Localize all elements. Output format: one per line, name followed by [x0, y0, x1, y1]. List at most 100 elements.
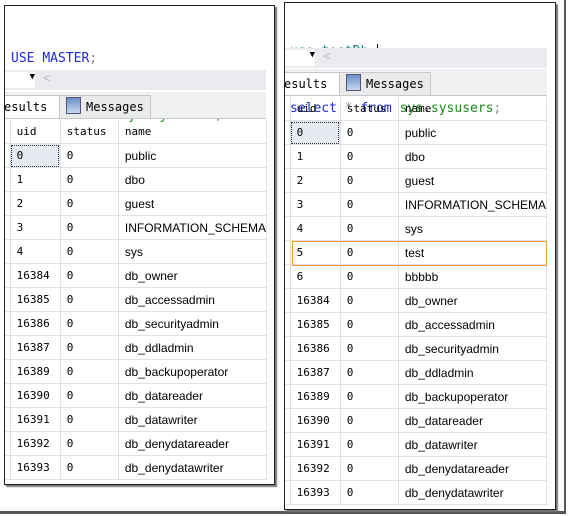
cell-status[interactable]: 0 — [60, 383, 119, 408]
cell-name[interactable]: dbo — [398, 144, 548, 169]
table-row[interactable]: 3 0 INFORMATION_SCHEMA — [5, 215, 268, 240]
scroll-left-icon[interactable]: < — [43, 71, 50, 85]
table-row[interactable]: 3 0 INFORMATION_SCHEMA — [285, 192, 548, 217]
cell-uid[interactable]: 16385 — [10, 287, 61, 312]
cell-uid[interactable]: 16390 — [290, 408, 341, 433]
cell-uid[interactable]: 16386 — [10, 311, 61, 336]
results-grid[interactable]: uid status name 0 0 public 1 0 dbo 2 0 guest 3 0 INFOR… — [5, 120, 268, 480]
cell-name[interactable]: public — [118, 143, 268, 168]
table-row[interactable]: 1 0 dbo — [285, 144, 548, 169]
table-row[interactable]: 2 0 guest — [285, 168, 548, 193]
cell-name[interactable]: bbbbb — [398, 264, 548, 289]
cell-status[interactable]: 0 — [340, 312, 399, 337]
cell-name[interactable]: db_accessadmin — [118, 287, 268, 312]
cell-status[interactable]: 0 — [340, 120, 399, 145]
cell-name[interactable]: db_ddladmin — [398, 360, 548, 385]
table-row[interactable]: 5 0 test — [285, 240, 548, 265]
table-row[interactable]: 16389 0 db_backupoperator — [285, 384, 548, 409]
cell-status[interactable]: 0 — [60, 215, 119, 240]
column-header-name[interactable]: name — [398, 97, 548, 121]
cell-status[interactable]: 0 — [340, 216, 399, 241]
column-header-status[interactable]: status — [340, 97, 399, 121]
cell-uid[interactable]: 16392 — [290, 456, 341, 481]
table-row[interactable]: 16392 0 db_denydatareader — [5, 431, 268, 456]
cell-uid[interactable]: 3 — [290, 192, 341, 217]
table-row[interactable]: 16392 0 db_denydatareader — [285, 456, 548, 481]
cell-name[interactable]: db_owner — [118, 263, 268, 288]
cell-name[interactable]: db_securityadmin — [118, 311, 268, 336]
table-row[interactable]: 16391 0 db_datawriter — [285, 432, 548, 457]
cell-status[interactable]: 0 — [340, 192, 399, 217]
cell-status[interactable]: 0 — [340, 456, 399, 481]
tab-results[interactable]: esults — [285, 72, 346, 95]
cell-uid[interactable]: 16391 — [290, 432, 341, 457]
cell-uid[interactable]: 16393 — [10, 455, 61, 480]
cell-status[interactable]: 0 — [340, 360, 399, 385]
cell-status[interactable]: 0 — [340, 336, 399, 361]
table-row[interactable]: 0 0 public — [285, 120, 548, 145]
cell-name[interactable]: dbo — [118, 167, 268, 192]
cell-status[interactable]: 0 — [60, 455, 119, 480]
cell-status[interactable]: 0 — [340, 264, 399, 289]
cell-uid[interactable]: 16384 — [290, 288, 341, 313]
table-row[interactable]: 16393 0 db_denydatawriter — [285, 480, 548, 505]
table-row[interactable]: 16390 0 db_datareader — [285, 408, 548, 433]
cell-name[interactable]: db_datawriter — [398, 432, 548, 457]
cell-name[interactable]: db_denydatawriter — [118, 455, 268, 480]
column-header-status[interactable]: status — [60, 120, 119, 144]
cell-status[interactable]: 0 — [60, 335, 119, 360]
table-row[interactable]: 16390 0 db_datareader — [5, 383, 268, 408]
cell-status[interactable]: 0 — [340, 432, 399, 457]
table-row[interactable]: 16385 0 db_accessadmin — [5, 287, 268, 312]
cell-name[interactable]: sys — [398, 216, 548, 241]
cell-uid[interactable]: 1 — [290, 144, 341, 169]
cell-uid[interactable]: 1 — [10, 167, 61, 192]
cell-name[interactable]: db_accessadmin — [398, 312, 548, 337]
cell-uid[interactable]: 16385 — [290, 312, 341, 337]
column-header-uid[interactable]: uid — [290, 97, 341, 121]
cell-uid[interactable]: 0 — [290, 120, 341, 145]
cell-name[interactable]: db_securityadmin — [398, 336, 548, 361]
cell-uid[interactable]: 4 — [290, 216, 341, 241]
table-row[interactable]: 16385 0 db_accessadmin — [285, 312, 548, 337]
table-row[interactable]: 16384 0 db_owner — [285, 288, 548, 313]
cell-uid[interactable]: 6 — [290, 264, 341, 289]
cell-uid[interactable]: 4 — [10, 239, 61, 264]
cell-status[interactable]: 0 — [60, 431, 119, 456]
cell-uid[interactable]: 2 — [10, 191, 61, 216]
cell-status[interactable]: 0 — [60, 143, 119, 168]
cell-uid[interactable]: 16389 — [290, 384, 341, 409]
cell-status[interactable]: 0 — [60, 287, 119, 312]
cell-name[interactable]: public — [398, 120, 548, 145]
cell-uid[interactable]: 16386 — [290, 336, 341, 361]
cell-uid[interactable]: 0 — [10, 143, 61, 168]
table-row[interactable]: 16389 0 db_backupoperator — [5, 359, 268, 384]
cell-uid[interactable]: 16384 — [10, 263, 61, 288]
cell-status[interactable]: 0 — [340, 168, 399, 193]
cell-status[interactable]: 0 — [60, 167, 119, 192]
tab-messages[interactable]: Messages — [339, 72, 431, 95]
cell-status[interactable]: 0 — [60, 359, 119, 384]
cell-status[interactable]: 0 — [60, 239, 119, 264]
cell-status[interactable]: 0 — [60, 263, 119, 288]
cell-name[interactable]: sys — [118, 239, 268, 264]
cell-uid[interactable]: 3 — [10, 215, 61, 240]
cell-uid[interactable]: 16392 — [10, 431, 61, 456]
cell-status[interactable]: 0 — [60, 191, 119, 216]
table-row[interactable]: 16391 0 db_datawriter — [5, 407, 268, 432]
cell-name[interactable]: db_datareader — [398, 408, 548, 433]
cell-uid[interactable]: 2 — [290, 168, 341, 193]
cell-name[interactable]: INFORMATION_SCHEMA — [398, 192, 548, 217]
table-row[interactable]: 6 0 bbbbb — [285, 264, 548, 289]
table-row[interactable]: 16386 0 db_securityadmin — [285, 336, 548, 361]
cell-status[interactable]: 0 — [340, 288, 399, 313]
cell-name[interactable]: db_datareader — [118, 383, 268, 408]
cell-name[interactable]: db_denydatareader — [118, 431, 268, 456]
cell-uid[interactable]: 16390 — [10, 383, 61, 408]
scroll-left-icon[interactable]: < — [323, 49, 330, 63]
cell-name[interactable]: test — [398, 240, 548, 265]
column-header-uid[interactable]: uid — [10, 120, 61, 144]
cell-name[interactable]: db_owner — [398, 288, 548, 313]
cell-status[interactable]: 0 — [60, 311, 119, 336]
table-row[interactable]: 16387 0 db_ddladmin — [5, 335, 268, 360]
